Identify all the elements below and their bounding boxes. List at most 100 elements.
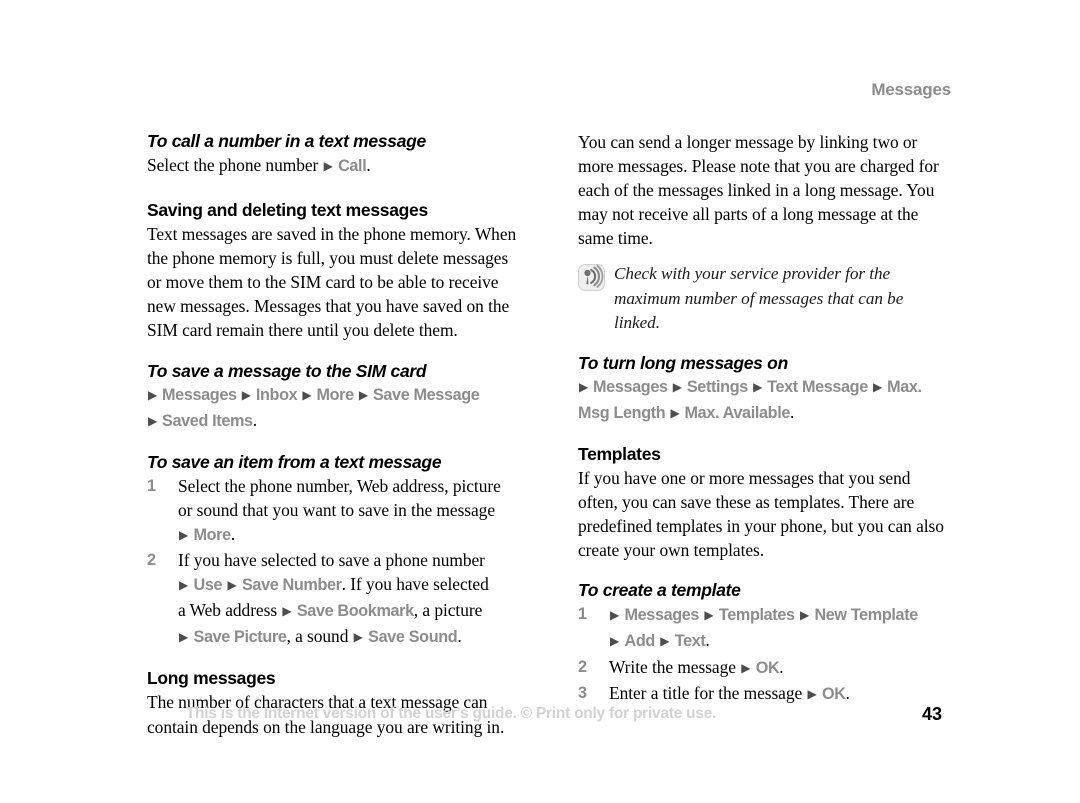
- triangle-icon: ▶: [353, 630, 363, 645]
- period: .: [366, 155, 371, 175]
- menu-item-save-picture[interactable]: Save Picture: [194, 628, 287, 646]
- step-text: Select the phone number, Web address, pi…: [178, 475, 501, 520]
- triangle-icon: ▶: [753, 379, 762, 394]
- triangle-icon: ▶: [873, 379, 882, 394]
- step-number: 2: [578, 657, 587, 676]
- triangle-icon: ▶: [672, 379, 682, 394]
- section-heading-long-messages: Long messages: [147, 668, 276, 689]
- triangle-icon: ▶: [282, 604, 292, 619]
- menu-item-save-sound[interactable]: Save Sound: [368, 628, 458, 646]
- broadcast-signal-icon: [578, 264, 605, 292]
- note-block: Check with your service provider for the…: [578, 262, 950, 334]
- period: .: [845, 682, 850, 703]
- menu-item-messages[interactable]: Messages: [593, 378, 668, 396]
- task-heading-create-template: To create a template: [578, 580, 741, 601]
- triangle-icon: ▶: [610, 634, 620, 649]
- menu-item-ok[interactable]: OK: [822, 685, 846, 703]
- step-text: Write the message: [609, 656, 741, 677]
- triangle-icon: ▶: [799, 608, 810, 623]
- triangle-icon: ▶: [179, 630, 189, 645]
- triangle-icon: ▶: [241, 387, 251, 402]
- menu-item-more[interactable]: More: [316, 386, 354, 404]
- paragraph-saving-deleting: Text messages are saved in the phone mem…: [147, 224, 517, 341]
- running-header-chapter-title: Messages: [871, 80, 951, 99]
- period: .: [457, 626, 462, 647]
- triangle-icon: ▶: [579, 379, 588, 394]
- menu-item-save-number[interactable]: Save Number: [242, 576, 342, 594]
- period: .: [790, 401, 794, 422]
- menu-item-save-message[interactable]: Save Message: [373, 386, 480, 404]
- section-heading-templates: Templates: [578, 443, 661, 464]
- step-sub-line-2: a Web address ▶ Save Bookmark, a picture: [178, 598, 519, 624]
- period: .: [230, 523, 236, 544]
- menu-item-max-available[interactable]: Max. Available: [685, 404, 791, 422]
- triangle-icon: ▶: [148, 387, 157, 402]
- page-footer: This is the Internet version of the user…: [0, 702, 1080, 728]
- period: .: [779, 656, 784, 677]
- task-heading-save-item: To save an item from a text message: [147, 451, 442, 472]
- menu-item-inbox[interactable]: Inbox: [256, 386, 298, 404]
- triangle-icon: ▶: [358, 387, 368, 402]
- step-sub-line-1: ▶ Use ▶ Save Number. If you have selecte…: [178, 572, 519, 598]
- menu-item-ok[interactable]: OK: [756, 659, 780, 677]
- step-text-tail: . If you have selected: [341, 574, 489, 595]
- triangle-icon: ▶: [741, 660, 751, 675]
- menu-item-text[interactable]: Text: [675, 632, 706, 650]
- menu-item-text-message[interactable]: Text Message: [767, 378, 868, 396]
- page-number: 43: [921, 704, 943, 724]
- triangle-icon: ▶: [227, 578, 237, 593]
- step-text: If you have selected to save a phone num…: [178, 550, 485, 571]
- menu-path-save-to-sim-line1: ▶ Messages ▶ Inbox ▶ More ▶ Save Message: [147, 383, 519, 408]
- menu-item-save-bookmark[interactable]: Save Bookmark: [297, 602, 414, 620]
- menu-item-messages[interactable]: Messages: [162, 386, 237, 404]
- step-list-create-template: 1 ▶ Messages ▶ Templates ▶ New Template ▶…: [578, 602, 950, 706]
- left-column: To call a number in a text message Selec…: [147, 130, 519, 739]
- menu-item-settings[interactable]: Settings: [687, 378, 748, 396]
- list-item: 1 ▶ Messages ▶ Templates ▶ New Template ▶…: [578, 602, 950, 654]
- period: .: [252, 409, 257, 430]
- instruction-call-number: Select the phone number ▶ Call.: [147, 153, 519, 179]
- list-item: 2 Write the message ▶ OK.: [578, 655, 950, 681]
- step-text-lead: a Web address: [178, 600, 282, 621]
- triangle-icon: ▶: [610, 608, 620, 623]
- triangle-icon: ▶: [302, 387, 312, 402]
- step-sub-line-3: ▶ Save Picture, a sound ▶ Save Sound.: [178, 624, 519, 650]
- step-text-mid: , a sound: [286, 626, 353, 647]
- section-heading-saving-deleting: Saving and deleting text messages: [147, 200, 428, 221]
- menu-item-saved-items[interactable]: Saved Items: [162, 412, 253, 430]
- menu-item-use[interactable]: Use: [194, 576, 223, 594]
- right-column: You can send a longer message by linking…: [578, 130, 950, 707]
- list-item: 1 Select the phone number, Web address, p…: [147, 474, 519, 548]
- task-heading-save-to-sim: To save a message to the SIM card: [147, 360, 427, 381]
- menu-item-call: Call: [338, 157, 367, 175]
- period: .: [705, 630, 710, 651]
- triangle-icon: ▶: [179, 578, 189, 593]
- task-heading-call-number: To call a number in a text message: [147, 131, 426, 151]
- menu-item-templates[interactable]: Templates: [719, 606, 795, 624]
- step-text-tail: , a picture: [413, 600, 483, 621]
- step-number: 1: [578, 605, 587, 624]
- footer-copyright-notice: This is the Internet version of the user…: [185, 705, 717, 722]
- menu-item-new-template[interactable]: New Template: [814, 606, 918, 624]
- menu-item-messages[interactable]: Messages: [625, 606, 700, 624]
- note-text: Check with your service provider for the…: [614, 264, 904, 332]
- triangle-icon: ▶: [670, 405, 680, 420]
- menu-path-save-to-sim-line2: ▶ Saved Items.: [147, 408, 519, 434]
- step-number: 2: [147, 551, 156, 570]
- task-heading-turn-long-messages-on: To turn long messages on: [578, 352, 788, 373]
- triangle-icon: ▶: [323, 159, 333, 173]
- menu-path-turn-long-messages-on: ▶ Messages ▶ Settings ▶ Text Message ▶ M…: [578, 375, 950, 426]
- step-number: 1: [147, 476, 156, 495]
- triangle-icon: ▶: [660, 634, 670, 649]
- paragraph-long-messages-continued: You can send a longer message by linking…: [578, 132, 939, 249]
- paragraph-templates: If you have one or more messages that yo…: [578, 467, 944, 561]
- menu-item-add[interactable]: Add: [625, 632, 656, 650]
- menu-item-more[interactable]: More: [194, 526, 232, 544]
